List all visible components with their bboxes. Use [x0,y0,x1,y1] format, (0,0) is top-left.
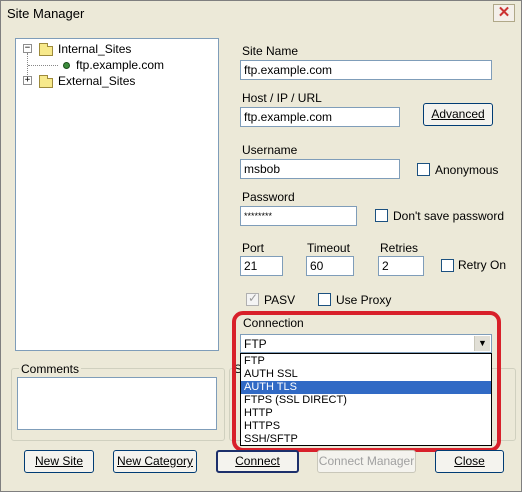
dont-save-password-checkbox[interactable] [375,209,388,222]
highlight-annotation [232,311,501,452]
username-label: Username [242,143,298,157]
pasv-label: PASV [264,293,296,307]
title-bar: Site Manager ✕ [1,1,521,25]
timeout-input[interactable]: 60 [306,256,354,276]
host-input[interactable]: ftp.example.com [240,107,400,127]
host-label: Host / IP / URL [242,91,322,105]
timeout-label: Timeout [307,241,350,255]
password-input[interactable]: ******** [240,206,357,226]
tree-item-internal-sites[interactable]: Internal_Sites [58,42,131,56]
pasv-checkbox[interactable]: ✓ [246,291,259,306]
retries-input[interactable]: 2 [378,256,424,276]
connect-button[interactable]: Connect [216,450,299,473]
close-window-button[interactable]: ✕ [493,4,515,22]
site-icon [63,62,70,69]
port-input[interactable]: 21 [240,256,283,276]
expand-icon[interactable]: + [23,76,32,85]
site-tree[interactable]: − Internal_Sites ftp.example.com + Exter… [15,38,219,351]
site-manager-window: Site Manager ✕ − Internal_Sites ftp.exam… [0,0,522,492]
site-name-input[interactable]: ftp.example.com [240,60,492,80]
close-icon: ✕ [497,4,511,21]
advanced-button[interactable]: Advanced [423,103,493,126]
new-category-button[interactable]: New Category [113,450,197,473]
new-site-button[interactable]: New Site [24,450,94,473]
tree-item-ftp-example[interactable]: ftp.example.com [76,58,164,72]
comments-textarea[interactable] [17,377,217,430]
checkmark-icon: ✓ [248,291,259,305]
username-input[interactable]: msbob [240,159,400,179]
port-label: Port [242,241,265,255]
anonymous-checkbox[interactable] [417,163,430,176]
tree-line [28,65,58,66]
window-title: Site Manager [7,6,85,21]
anonymous-label: Anonymous [435,163,499,177]
close-button[interactable]: Close [435,450,504,473]
retries-label: Retries [380,241,419,255]
password-label: Password [242,190,295,204]
use-proxy-label: Use Proxy [336,293,392,307]
site-name-label: Site Name [242,44,299,58]
dont-save-password-label: Don't save password [393,209,505,223]
connect-manager-button[interactable]: Connect Manager [317,450,416,473]
collapse-icon[interactable]: − [23,44,32,53]
folder-icon [39,43,53,56]
retry-on-label: Retry On [458,258,507,272]
comments-label: Comments [19,362,82,376]
use-proxy-checkbox[interactable] [318,293,331,306]
retry-on-checkbox[interactable] [441,259,454,272]
folder-icon [39,75,53,88]
tree-item-external-sites[interactable]: External_Sites [58,74,135,88]
